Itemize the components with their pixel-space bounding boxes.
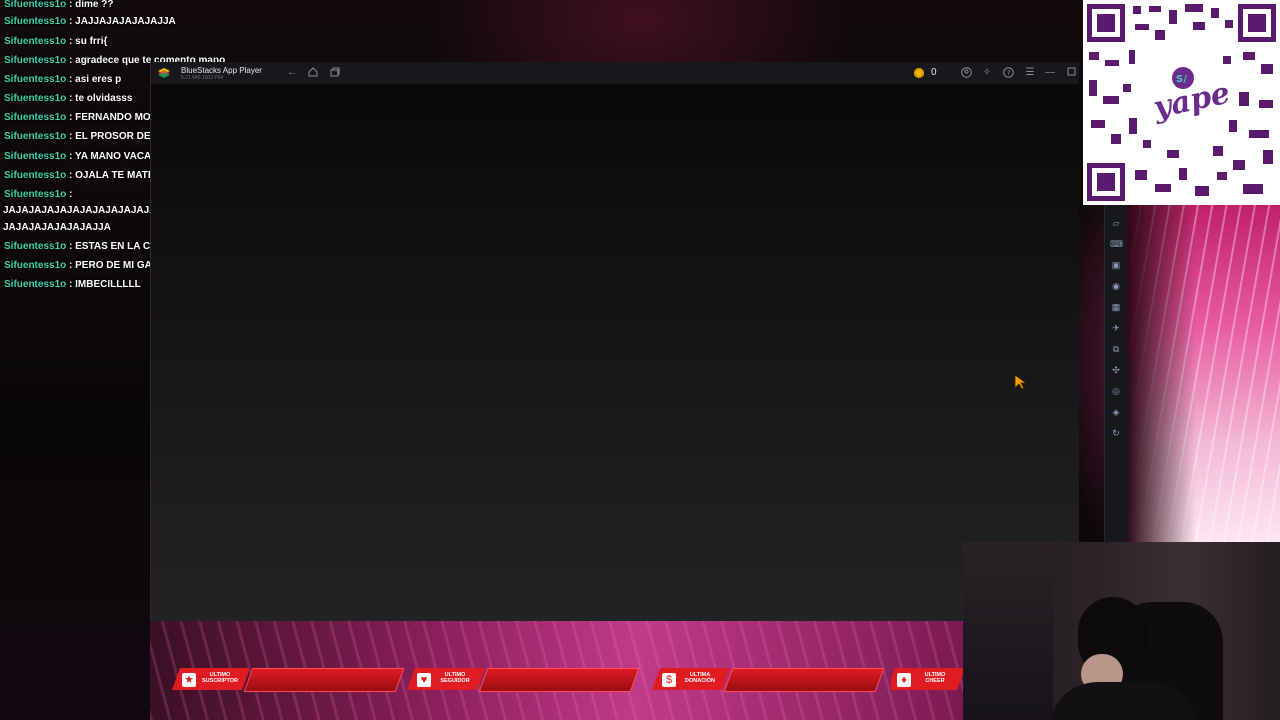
- chat-message: Sifuentess1o : IMBECILLLLL: [4, 279, 141, 290]
- record-icon[interactable]: ◉: [1110, 280, 1122, 292]
- location-icon[interactable]: ◎: [1110, 385, 1122, 397]
- bluestacks-sidebar: ▱ ⌨ ▣ ◉ ▦ ✈ ⧉ ✣ ◎ ◈ ↻: [1104, 205, 1127, 543]
- coin-count: 0: [931, 67, 937, 78]
- chat-message: Sifuentess1o : JAJJAJAJAJAJAJJA: [4, 16, 176, 27]
- media-icon[interactable]: ▦: [1110, 301, 1122, 313]
- alert-value-bar: [478, 668, 640, 692]
- chat-message: Sifuentess1o : ESTAS EN LA CIMA: [4, 241, 169, 252]
- background-art-right: [1126, 205, 1280, 543]
- app-title: BlueStacks App Player: [181, 66, 262, 75]
- multi-instance-icon[interactable]: ⧉: [1110, 343, 1122, 355]
- minimize-icon[interactable]: —: [1044, 67, 1056, 79]
- dollar-icon: $: [662, 673, 676, 687]
- multi-instance-icon[interactable]: [329, 67, 341, 79]
- webcam-feed: [963, 542, 1280, 720]
- toolbar-icon[interactable]: ▱: [1110, 217, 1122, 229]
- yape-qr-code: S/ yape: [1083, 0, 1280, 205]
- chat-message: Sifuentess1o : dime ??: [4, 0, 114, 10]
- chat-message: Sifuentess1o : YA MANO VACAN: [4, 151, 159, 162]
- mouse-cursor-icon: [1014, 374, 1028, 390]
- keyboard-icon[interactable]: ⌨: [1110, 238, 1123, 250]
- chat-message: Sifuentess1o :: [4, 189, 73, 200]
- sync-icon[interactable]: ↻: [1110, 427, 1122, 439]
- chat-message: Sifuentess1o : PERO DE MI GAMPI: [4, 260, 170, 271]
- chat-message: Sifuentess1o : te olvidasss: [4, 93, 133, 104]
- coin-icon[interactable]: [914, 68, 924, 78]
- svg-text:?: ?: [1006, 69, 1010, 77]
- chat-message: Sifuentess1o : su frri{: [4, 36, 108, 47]
- airplane-icon[interactable]: ✈: [1110, 322, 1122, 334]
- star-icon: ★: [182, 673, 196, 687]
- alert-value-bar: [723, 668, 885, 692]
- chat-message: Sifuentess1o : OJALA TE MATEN: [4, 170, 162, 181]
- chat-message-continuation: JAJAJAJAJAJAJAJJA: [3, 222, 111, 233]
- chat-message: Sifuentess1o : asi eres p: [4, 74, 122, 85]
- eco-icon[interactable]: ✣: [1110, 364, 1122, 376]
- account-icon[interactable]: [960, 67, 972, 79]
- bluestacks-window[interactable]: BlueStacks App Player 5.21.640.1002 P64 …: [150, 62, 1079, 621]
- title-bar[interactable]: BlueStacks App Player 5.21.640.1002 P64 …: [151, 62, 1079, 84]
- performance-icon[interactable]: ✧: [981, 67, 993, 79]
- alert-value-bar: [243, 668, 405, 692]
- diamond-icon: ♦: [897, 673, 911, 687]
- app-version: 5.21.640.1002 P64: [181, 75, 224, 81]
- screenshot-icon[interactable]: ▣: [1110, 259, 1122, 271]
- menu-icon[interactable]: ☰: [1024, 67, 1036, 79]
- layers-icon[interactable]: ◈: [1110, 406, 1122, 418]
- home-icon[interactable]: [307, 67, 319, 79]
- help-icon[interactable]: ?: [1002, 67, 1014, 79]
- heart-icon: ♥: [417, 673, 431, 687]
- maximize-icon[interactable]: [1065, 67, 1077, 79]
- bluestacks-logo-icon: [158, 68, 170, 78]
- back-icon[interactable]: ←: [286, 67, 298, 79]
- alert-ultimo-cheer: ♦ ULTIMO CHEER: [891, 664, 963, 694]
